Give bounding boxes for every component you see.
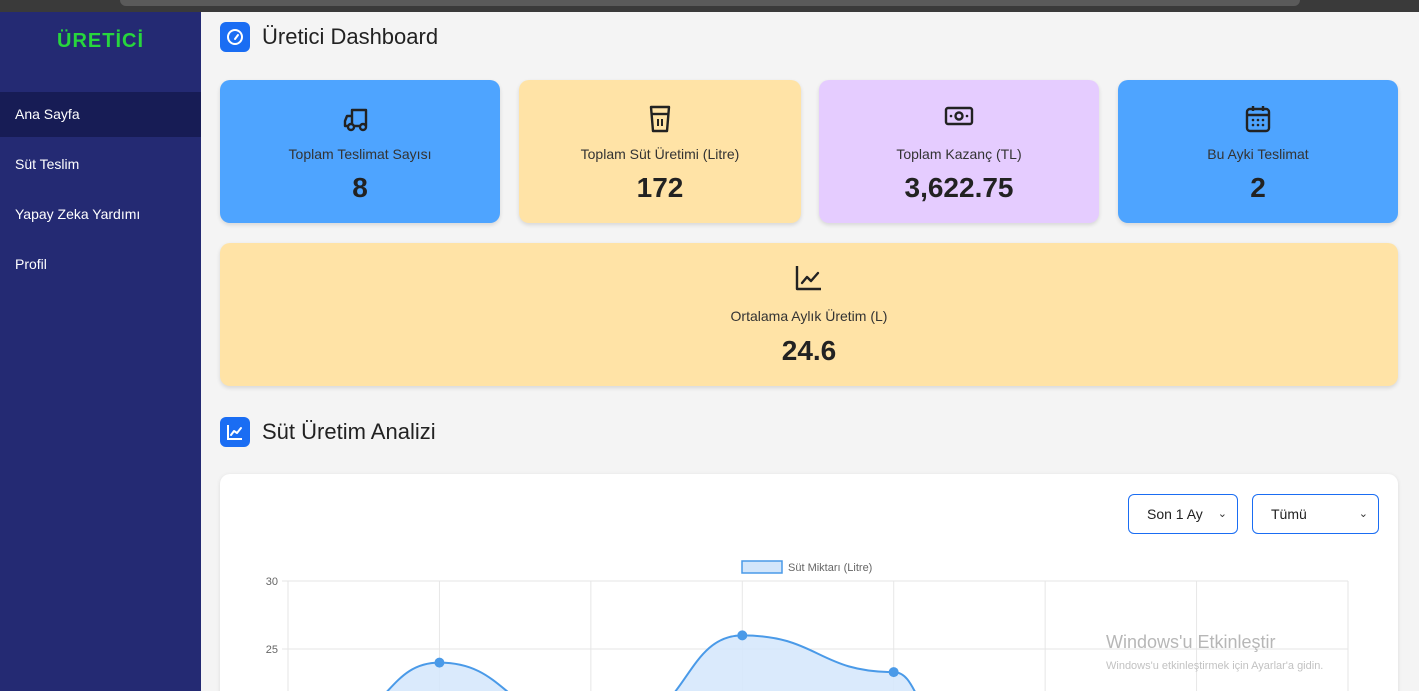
stat-card-deliveries: Toplam Teslimat Sayısı 8 xyxy=(220,80,500,223)
chart-panel: Son 1 Ay ⌄ Tümü ⌄ Süt Miktarı (Litre) 30… xyxy=(220,474,1398,691)
chart-line-icon xyxy=(220,417,250,447)
sidebar-item-sut-teslim[interactable]: Süt Teslim xyxy=(0,142,201,187)
data-point xyxy=(737,630,748,641)
sidebar: ÜRETİCİ Ana Sayfa Süt Teslim Yapay Zeka … xyxy=(0,12,201,691)
window-top-bar xyxy=(0,0,1419,12)
sidebar-item-yapay-zeka[interactable]: Yapay Zeka Yardımı xyxy=(0,192,201,237)
card-label: Bu Ayki Teslimat xyxy=(1207,146,1309,162)
page-header: Üretici Dashboard xyxy=(220,22,438,52)
stat-card-average-production: Ortalama Aylık Üretim (L) 24.6 xyxy=(220,243,1398,386)
money-icon xyxy=(943,104,975,133)
glass-icon xyxy=(647,104,673,139)
card-label: Toplam Kazanç (TL) xyxy=(896,146,1022,162)
sidebar-nav: Ana Sayfa Süt Teslim Yapay Zeka Yardımı … xyxy=(0,92,201,292)
card-label: Toplam Süt Üretimi (Litre) xyxy=(580,146,740,162)
production-chart: Süt Miktarı (Litre) 30 25 xyxy=(266,560,1349,691)
activation-watermark-subtitle: Windows'u etkinleştirmek için Ayarlar'a … xyxy=(1106,660,1324,672)
sidebar-item-ana-sayfa[interactable]: Ana Sayfa xyxy=(0,92,201,137)
speedometer-icon xyxy=(220,22,250,52)
wide-card-value: 24.6 xyxy=(781,335,837,366)
card-value: 172 xyxy=(636,172,684,203)
activation-watermark-title: Windows'u Etkinleştir xyxy=(1106,632,1276,652)
y-axis-ticks: 30 25 xyxy=(266,576,278,656)
sidebar-item-profil[interactable]: Profil xyxy=(0,242,201,287)
data-point xyxy=(434,657,445,668)
calendar-icon xyxy=(1244,104,1272,139)
stat-card-monthly-deliveries: Bu Ayki Teslimat 2 xyxy=(1118,80,1398,223)
data-point xyxy=(888,667,899,678)
chart-legend: Süt Miktarı (Litre) xyxy=(741,560,872,574)
brand-title: ÜRETİCİ xyxy=(57,30,144,52)
window-tab-strip xyxy=(120,0,1300,6)
stat-card-earnings: Toplam Kazanç (TL) 3,622.75 xyxy=(819,80,1099,223)
legend-swatch xyxy=(741,560,783,574)
page-title: Üretici Dashboard xyxy=(262,24,439,49)
analysis-title: Süt Üretim Analizi xyxy=(262,419,436,444)
card-value: 3,622.75 xyxy=(904,172,1014,203)
legend-label: Süt Miktarı (Litre) xyxy=(788,562,872,574)
stat-card-milk-production: Toplam Süt Üretimi (Litre) 172 xyxy=(519,80,801,223)
analysis-header: Süt Üretim Analizi xyxy=(220,417,436,447)
chart-line-icon xyxy=(794,263,824,298)
y-tick-label: 25 xyxy=(266,644,278,656)
y-tick-label: 30 xyxy=(266,576,278,588)
card-label: Toplam Teslimat Sayısı xyxy=(288,146,432,162)
card-value: 2 xyxy=(1250,172,1266,203)
card-value: 8 xyxy=(352,172,368,203)
truck-icon xyxy=(343,104,377,139)
main-content: Üretici Dashboard Toplam Teslimat Sayısı… xyxy=(201,12,1419,691)
wide-card-label: Ortalama Aylık Üretim (L) xyxy=(730,308,888,324)
